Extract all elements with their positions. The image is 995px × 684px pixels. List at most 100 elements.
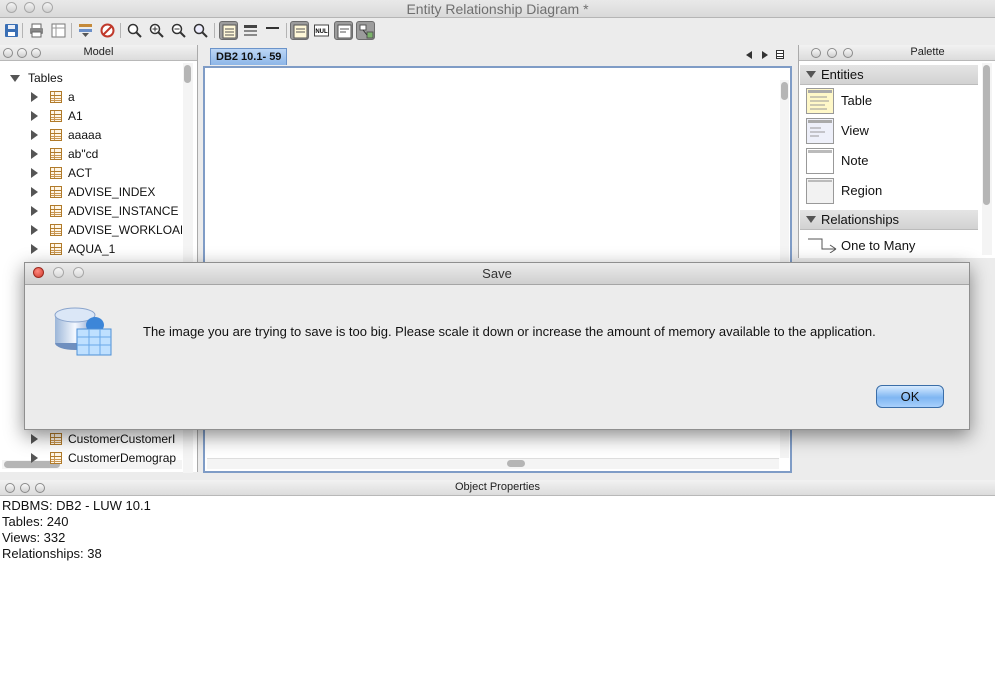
tab-scroll-left-icon[interactable] xyxy=(746,51,752,59)
tree-root-tables[interactable]: Tables xyxy=(0,69,180,88)
zoom-out-icon[interactable] xyxy=(169,21,188,40)
tab-scroll-right-icon[interactable] xyxy=(762,51,768,59)
property-relationships: Relationships: 38 xyxy=(2,546,102,561)
tree-item-table[interactable]: ADVISE_INSTANCE xyxy=(0,202,182,221)
palette-item-label: Note xyxy=(841,153,869,168)
editor-tab[interactable]: DB2 10.1- 59 xyxy=(210,48,288,65)
tree-item-label: aaaaa xyxy=(68,128,102,142)
palette-item-one-to-many[interactable]: One to Many xyxy=(806,235,976,255)
palette-item-note[interactable]: Note xyxy=(806,148,976,176)
table-thumbnail-icon xyxy=(806,88,834,114)
tree-item-table[interactable]: ADVISE_WORKLOAD xyxy=(0,221,182,240)
filter-icon[interactable] xyxy=(76,21,95,40)
chevron-right-icon[interactable] xyxy=(31,92,38,102)
palette-scroll-thumb[interactable] xyxy=(983,65,990,205)
model-panel-title: Model xyxy=(83,46,114,58)
palette-close-button[interactable] xyxy=(811,48,821,58)
property-tables: Tables: 240 xyxy=(2,514,69,529)
save-dialog-titlebar: Save xyxy=(25,263,969,285)
tree-item-label: A1 xyxy=(68,109,83,123)
chevron-right-icon[interactable] xyxy=(31,244,38,254)
palette-maximize-button[interactable] xyxy=(843,48,853,58)
palette-item-label: View xyxy=(841,123,869,138)
tree-root-label: Tables xyxy=(28,71,63,85)
show-keys-icon[interactable] xyxy=(241,21,260,40)
toolbar: NUL xyxy=(0,18,995,44)
canvas-horizontal-scrollbar[interactable] xyxy=(207,458,779,469)
save-dialog-message: The image you are trying to save is too … xyxy=(143,324,876,339)
table-icon xyxy=(50,452,62,464)
chevron-right-icon[interactable] xyxy=(31,225,38,235)
editor-tabbar: DB2 10.1- 59 xyxy=(198,45,795,65)
show-columns-icon[interactable] xyxy=(219,21,238,40)
ok-button[interactable]: OK xyxy=(876,385,944,408)
tree-item-label: ACT xyxy=(68,166,92,180)
one-to-many-icon xyxy=(808,238,837,253)
object-properties-title: Object Properties xyxy=(455,481,540,493)
tree-item-table[interactable]: AQUA_1 xyxy=(0,240,182,259)
palette-item-view[interactable]: View xyxy=(806,118,976,146)
tab-list-icon[interactable] xyxy=(776,50,784,59)
tree-item-label: ADVISE_INSTANCE xyxy=(68,204,179,218)
tree-item-table[interactable]: A1 xyxy=(0,107,182,126)
object-properties-panel: Object Properties RDBMS: DB2 - LUW 10.1 … xyxy=(0,480,995,684)
palette-minimize-button[interactable] xyxy=(827,48,837,58)
chevron-right-icon[interactable] xyxy=(31,434,38,444)
palette-section-label: Entities xyxy=(821,67,864,82)
chevron-down-icon[interactable] xyxy=(10,75,20,82)
palette-section-entities[interactable]: Entities xyxy=(800,65,978,85)
tree-item-table[interactable]: ACT xyxy=(0,164,182,183)
svg-text:NUL: NUL xyxy=(315,29,328,35)
region-thumbnail-icon xyxy=(806,178,834,204)
chevron-right-icon[interactable] xyxy=(31,168,38,178)
zoom-actual-icon[interactable] xyxy=(125,21,144,40)
print-icon[interactable] xyxy=(27,21,46,40)
tree-item-table[interactable]: ab"cd xyxy=(0,145,182,164)
tree-item-label: AQUA_1 xyxy=(68,242,116,256)
layout-icon[interactable] xyxy=(356,21,375,40)
chevron-right-icon[interactable] xyxy=(31,453,38,463)
window-titlebar: Entity Relationship Diagram * xyxy=(0,0,995,18)
palette-section-relationships[interactable]: Relationships xyxy=(800,210,978,230)
property-views: Views: 332 xyxy=(2,530,66,545)
tree-item-table[interactable]: aaaaa xyxy=(0,126,182,145)
palette-item-label: Region xyxy=(841,183,883,198)
tree-item-label: ADVISE_INDEX xyxy=(68,185,156,199)
palette-item-table[interactable]: Table xyxy=(806,88,976,116)
canvas-hscroll-thumb[interactable] xyxy=(507,460,525,467)
show-header-icon[interactable] xyxy=(263,21,282,40)
zoom-fit-icon[interactable] xyxy=(191,21,210,40)
table-icon xyxy=(50,433,62,445)
chevron-right-icon[interactable] xyxy=(31,149,38,159)
tree-item-label: ab"cd xyxy=(68,147,99,161)
save-dialog-title: Save xyxy=(482,266,512,281)
palette-scrollbar[interactable] xyxy=(982,63,992,255)
canvas-scroll-thumb[interactable] xyxy=(781,82,788,100)
property-rdbms: RDBMS: DB2 - LUW 10.1 xyxy=(2,498,151,513)
chevron-right-icon[interactable] xyxy=(31,187,38,197)
chevron-right-icon[interactable] xyxy=(31,206,38,216)
show-types-icon[interactable] xyxy=(290,21,309,40)
tree-item-table[interactable]: CustomerDemograp xyxy=(0,449,182,468)
tree-item-label: CustomerCustomerI xyxy=(68,432,176,446)
show-comments-icon[interactable] xyxy=(334,21,353,40)
palette-item-region[interactable]: Region xyxy=(806,178,976,206)
tree-item-table[interactable]: ADVISE_INDEX xyxy=(0,183,182,202)
stop-icon[interactable] xyxy=(98,21,117,40)
tree-item-table[interactable]: a xyxy=(0,88,182,107)
table-icon xyxy=(50,148,62,160)
tree-item-label: a xyxy=(68,90,75,104)
tree-scroll-thumb[interactable] xyxy=(184,65,191,83)
tree-item-table[interactable]: CustomerCustomerI xyxy=(0,430,182,449)
table-icon xyxy=(50,186,62,198)
zoom-in-icon[interactable] xyxy=(147,21,166,40)
save-icon[interactable] xyxy=(2,21,21,40)
object-properties-header: Object Properties xyxy=(0,480,995,496)
show-nulls-icon[interactable]: NUL xyxy=(312,21,331,40)
palette-item-label: One to Many xyxy=(841,238,916,253)
page-setup-icon[interactable] xyxy=(49,21,68,40)
chevron-right-icon[interactable] xyxy=(31,130,38,140)
chevron-right-icon[interactable] xyxy=(31,111,38,121)
tree-item-label: ADVISE_WORKLOAD xyxy=(68,223,182,237)
table-icon xyxy=(50,205,62,217)
